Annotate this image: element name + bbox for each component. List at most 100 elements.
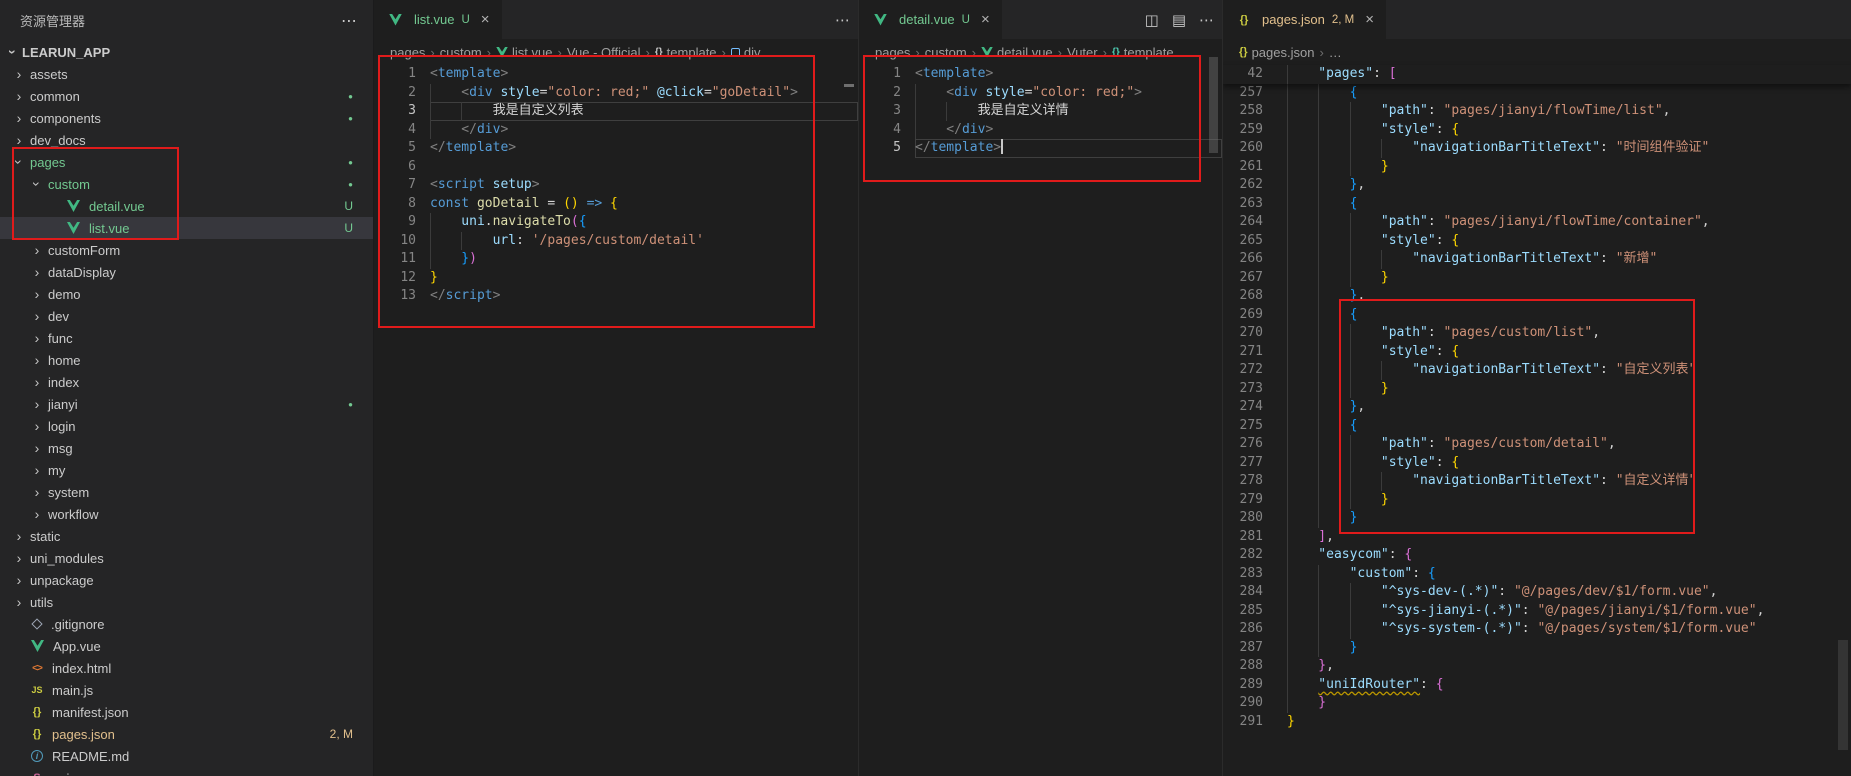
- code-line[interactable]: 258 "path": "pages/jianyi/flowTime/list"…: [1223, 102, 1851, 121]
- code-line[interactable]: 257 {: [1223, 84, 1851, 103]
- line-number[interactable]: 4: [859, 121, 901, 140]
- chevron-right-icon[interactable]: ›: [10, 594, 28, 610]
- chevron-right-icon[interactable]: ›: [28, 484, 46, 500]
- tree-item-pages[interactable]: ›pages●: [0, 151, 373, 173]
- tree-item-assets[interactable]: ›assets: [0, 63, 373, 85]
- breadcrumb-item[interactable]: Vuter: [1067, 45, 1098, 60]
- tree-item-components[interactable]: ›components●: [0, 107, 373, 129]
- chevron-right-icon[interactable]: ›: [10, 88, 28, 104]
- code-line[interactable]: 6: [374, 158, 858, 177]
- code-line[interactable]: 280 }: [1223, 509, 1851, 528]
- code-line[interactable]: 1<template>: [859, 65, 1222, 84]
- line-number[interactable]: 1: [374, 65, 416, 84]
- line-number[interactable]: 3: [859, 102, 901, 121]
- tree-item-msg[interactable]: ›msg: [0, 437, 373, 459]
- tree-item-dev[interactable]: ›dev: [0, 305, 373, 327]
- line-number[interactable]: 274: [1223, 398, 1263, 417]
- chevron-right-icon[interactable]: ›: [28, 264, 46, 280]
- chevron-right-icon[interactable]: ›: [28, 396, 46, 412]
- line-number[interactable]: 257: [1223, 84, 1263, 103]
- breadcrumb-item[interactable]: {}pages.json: [1239, 45, 1314, 60]
- code-line[interactable]: 267 }: [1223, 269, 1851, 288]
- code-line[interactable]: 283 "custom": {: [1223, 565, 1851, 584]
- line-number[interactable]: 272: [1223, 361, 1263, 380]
- tree-item-home[interactable]: ›home: [0, 349, 373, 371]
- line-number[interactable]: 291: [1223, 713, 1263, 732]
- code-line[interactable]: 288 },: [1223, 657, 1851, 676]
- tree-item-common[interactable]: ›common●: [0, 85, 373, 107]
- code-line[interactable]: 270 "path": "pages/custom/list",: [1223, 324, 1851, 343]
- code-line[interactable]: 2 <div style="color: red;" @click="goDet…: [374, 84, 858, 103]
- tree-item-readme-md[interactable]: ›iREADME.md: [0, 745, 373, 767]
- editor-action-split-icon[interactable]: ◫: [1145, 11, 1159, 29]
- line-number[interactable]: 266: [1223, 250, 1263, 269]
- line-number[interactable]: 8: [374, 195, 416, 214]
- tree-item-workflow[interactable]: ›workflow: [0, 503, 373, 525]
- breadcrumb-item[interactable]: …: [1329, 45, 1342, 60]
- line-number[interactable]: 263: [1223, 195, 1263, 214]
- tree-item-customform[interactable]: ›customForm: [0, 239, 373, 261]
- line-number[interactable]: 265: [1223, 232, 1263, 251]
- line-number[interactable]: 289: [1223, 676, 1263, 695]
- chevron-right-icon[interactable]: ›: [28, 462, 46, 478]
- breadcrumb-item[interactable]: {}template: [1112, 45, 1174, 60]
- line-number[interactable]: 4: [374, 121, 416, 140]
- code-line[interactable]: 271 "style": {: [1223, 343, 1851, 362]
- line-number[interactable]: 273: [1223, 380, 1263, 399]
- line-number[interactable]: 6: [374, 158, 416, 177]
- line-number[interactable]: 258: [1223, 102, 1263, 121]
- code-line[interactable]: 3 我是自定义列表: [374, 102, 858, 121]
- code-line[interactable]: 10 url: '/pages/custom/detail': [374, 232, 858, 251]
- line-number[interactable]: 262: [1223, 176, 1263, 195]
- code-line[interactable]: 290 }: [1223, 694, 1851, 713]
- line-number[interactable]: 283: [1223, 565, 1263, 584]
- tree-item-manifest-json[interactable]: ›{}manifest.json: [0, 701, 373, 723]
- code-line[interactable]: 272 "navigationBarTitleText": "自定义列表": [1223, 361, 1851, 380]
- code-line[interactable]: 285 "^sys-jianyi-(.*)": "@/pages/jianyi/…: [1223, 602, 1851, 621]
- tree-item-demo[interactable]: ›demo: [0, 283, 373, 305]
- line-number[interactable]: 7: [374, 176, 416, 195]
- line-number[interactable]: 267: [1223, 269, 1263, 288]
- chevron-down-icon[interactable]: ›: [11, 153, 27, 171]
- code-line[interactable]: 1<template>: [374, 65, 858, 84]
- close-icon[interactable]: ×: [481, 11, 490, 28]
- line-number[interactable]: 10: [374, 232, 416, 251]
- line-number[interactable]: 3: [374, 102, 416, 121]
- code-line[interactable]: 269 {: [1223, 306, 1851, 325]
- tree-item-uni-modules[interactable]: ›uni_modules: [0, 547, 373, 569]
- code-line[interactable]: 259 "style": {: [1223, 121, 1851, 140]
- tree-item-uni-scss[interactable]: ›Suni.scss: [0, 767, 373, 776]
- tree-item-login[interactable]: ›login: [0, 415, 373, 437]
- code-line[interactable]: 286 "^sys-system-(.*)": "@/pages/system/…: [1223, 620, 1851, 639]
- line-number[interactable]: 42: [1223, 65, 1263, 84]
- line-number[interactable]: 286: [1223, 620, 1263, 639]
- sticky-scroll-line[interactable]: 42 "pages": [: [1223, 65, 1851, 84]
- line-number[interactable]: 2: [859, 84, 901, 103]
- code-line[interactable]: 3 我是自定义详情: [859, 102, 1222, 121]
- tab-list-vue[interactable]: list.vue U ×: [374, 0, 503, 39]
- breadcrumb-item[interactable]: pages: [390, 45, 425, 60]
- editor-action-more-icon[interactable]: ⋯: [1199, 11, 1214, 29]
- tree-item-func[interactable]: ›func: [0, 327, 373, 349]
- code-editor-detail-vue[interactable]: 1<template>2 <div style="color: red;">3 …: [859, 65, 1222, 158]
- close-icon[interactable]: ×: [981, 11, 990, 28]
- code-line[interactable]: 262 },: [1223, 176, 1851, 195]
- line-number[interactable]: 290: [1223, 694, 1263, 713]
- code-line[interactable]: 260 "navigationBarTitleText": "时间组件验证": [1223, 139, 1851, 158]
- chevron-right-icon[interactable]: ›: [28, 374, 46, 390]
- line-number[interactable]: 285: [1223, 602, 1263, 621]
- tree-item--gitignore[interactable]: ›.gitignore: [0, 613, 373, 635]
- breadcrumb-item[interactable]: Vue - Official: [567, 45, 641, 60]
- code-line[interactable]: 266 "navigationBarTitleText": "新增": [1223, 250, 1851, 269]
- close-icon[interactable]: ×: [1365, 11, 1374, 28]
- code-line[interactable]: 264 "path": "pages/jianyi/flowTime/conta…: [1223, 213, 1851, 232]
- chevron-right-icon[interactable]: ›: [10, 110, 28, 126]
- code-line[interactable]: 261 }: [1223, 158, 1851, 177]
- line-number[interactable]: 5: [374, 139, 416, 158]
- tree-item-dev-docs[interactable]: ›dev_docs: [0, 129, 373, 151]
- editor-action-layout-icon[interactable]: ▤: [1172, 11, 1186, 29]
- code-line[interactable]: 273 }: [1223, 380, 1851, 399]
- line-number[interactable]: 259: [1223, 121, 1263, 140]
- tree-item-unpackage[interactable]: ›unpackage: [0, 569, 373, 591]
- breadcrumb-item[interactable]: div: [731, 45, 761, 60]
